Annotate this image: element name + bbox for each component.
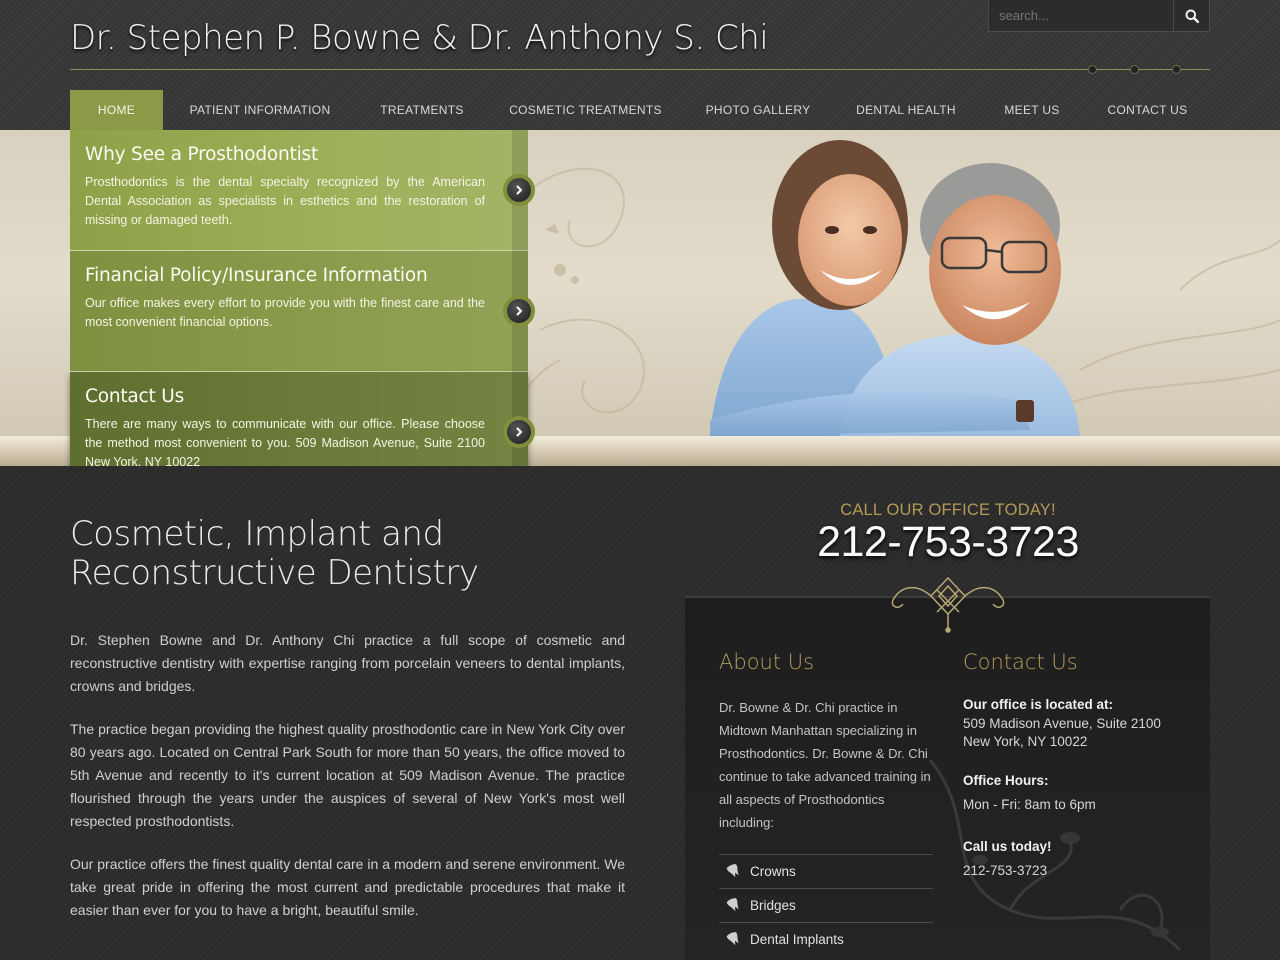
list-item-dental-implants[interactable]: Dental Implants	[719, 922, 933, 956]
practice-paragraph: Our practice offers the finest quality d…	[70, 856, 625, 918]
about-heading: About Us	[719, 650, 815, 674]
nav-cosmetic-treatments[interactable]: COSMETIC TREATMENTS	[508, 90, 663, 130]
search-icon	[1185, 9, 1199, 23]
panel-financial-policy[interactable]: Financial Policy/Insurance Information O…	[70, 251, 528, 371]
arrow-right-icon	[516, 427, 523, 437]
location-label: Our office is located at:	[963, 697, 1114, 712]
panel-arrow-button[interactable]	[503, 416, 535, 448]
arrow-right-icon	[516, 306, 523, 316]
main-heading: Cosmetic, Implant and Reconstructive Den…	[70, 515, 630, 593]
main-nav: HOME PATIENT INFORMATION TREATMENTS COSM…	[70, 90, 1210, 130]
list-item-crowns[interactable]: Crowns	[719, 854, 933, 888]
office-hours: Mon - Fri: 8am to 6pm	[963, 797, 1096, 812]
call-us-label: Call us today!	[963, 839, 1052, 854]
nav-photo-gallery[interactable]: PHOTO GALLERY	[700, 90, 816, 130]
address-line-2: New York, NY 10022	[963, 734, 1088, 749]
nav-contact-us[interactable]: CONTACT US	[1100, 90, 1195, 130]
search-input[interactable]	[989, 0, 1173, 31]
list-item-bridges[interactable]: Bridges	[719, 888, 933, 922]
panel-arrow-button[interactable]	[503, 174, 535, 206]
divider-dot	[1130, 65, 1139, 74]
panel-arrow-button[interactable]	[503, 295, 535, 327]
tooth-icon	[726, 898, 739, 912]
panel-why-prosthodontist[interactable]: Why See a Prosthodontist Prosthodontics …	[70, 130, 528, 250]
heading-line: Reconstructive Dentistry	[70, 553, 479, 593]
contact-heading: Contact Us	[963, 650, 1078, 674]
panel-divider	[70, 371, 528, 372]
list-item-label: Crowns	[750, 864, 796, 879]
panel-text: Prosthodontics is the dental specialty r…	[85, 175, 485, 227]
site-header: Dr. Stephen P. Bowne & Dr. Anthony S. Ch…	[0, 0, 1280, 130]
address-line-1: 509 Madison Avenue, Suite 2100	[963, 716, 1161, 731]
panel-text: Our office makes every effort to provide…	[85, 296, 485, 329]
tooth-icon	[726, 864, 739, 878]
list-item-label: Bridges	[750, 898, 796, 913]
nav-meet-us[interactable]: MEET US	[995, 90, 1069, 130]
panel-divider	[70, 250, 528, 251]
divider-dot	[1088, 65, 1097, 74]
tooth-icon	[726, 932, 739, 946]
arrow-right-icon	[516, 185, 523, 195]
panel-title: Financial Policy/Insurance Information	[85, 265, 428, 286]
about-text: Dr. Bowne & Dr. Chi practice in Midtown …	[719, 700, 931, 830]
search-button[interactable]	[1173, 0, 1209, 31]
nav-patient-information[interactable]: PATIENT INFORMATION	[180, 90, 340, 130]
call-phone-number[interactable]: 212-753-3723	[790, 518, 1106, 567]
intro-paragraph: Dr. Stephen Bowne and Dr. Anthony Chi pr…	[70, 632, 625, 694]
site-title[interactable]: Dr. Stephen P. Bowne & Dr. Anthony S. Ch…	[70, 18, 769, 58]
nav-dental-health[interactable]: DENTAL HEALTH	[850, 90, 962, 130]
contact-phone[interactable]: 212-753-3723	[963, 862, 1047, 880]
history-paragraph: The practice began providing the highest…	[70, 721, 625, 829]
panel-title: Contact Us	[85, 386, 185, 407]
ornament-icon	[891, 576, 1005, 633]
smiling-couple-photo	[710, 140, 1080, 436]
decorative-vine	[928, 760, 1182, 952]
list-item-label: Dental Implants	[750, 932, 844, 947]
nav-treatments[interactable]: TREATMENTS	[370, 90, 474, 130]
divider-dot	[1172, 65, 1181, 74]
search-box	[988, 0, 1210, 32]
panel-text: There are many ways to communicate with …	[85, 417, 485, 469]
nav-home[interactable]: HOME	[70, 90, 163, 130]
panel-title: Why See a Prosthodontist	[85, 144, 319, 165]
hours-label: Office Hours:	[963, 773, 1049, 788]
heading-line: Cosmetic, Implant and	[70, 514, 444, 554]
title-divider	[70, 69, 1210, 70]
